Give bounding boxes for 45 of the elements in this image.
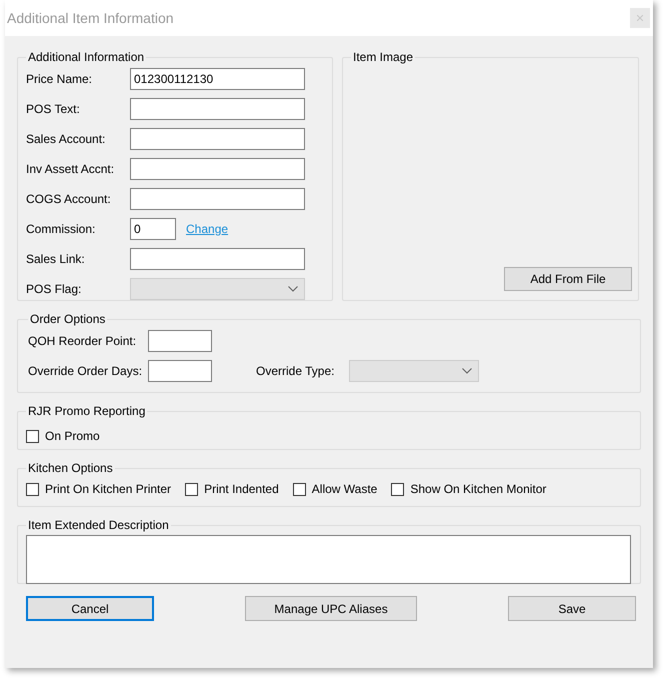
text-field[interactable] [130,128,305,150]
text-field[interactable] [148,330,212,352]
checkbox[interactable] [292,482,306,496]
field-label: Override Type: [256,363,336,380]
group-title: Additional Information [27,49,146,66]
group-title: RJR Promo Reporting [27,403,146,420]
field-label: POS Text: [26,101,81,118]
checkbox[interactable] [391,482,404,496]
checkbox[interactable] [26,430,39,442]
text-field[interactable] [130,248,305,270]
text-field[interactable]: 012300112130 [130,68,305,90]
group-title: Order Options [29,311,106,328]
field-label: Sales Account: [26,131,106,148]
text-field[interactable] [130,158,305,180]
field-label: POS Flag: [26,281,82,298]
checkbox-label: Allow Waste [312,481,378,498]
field-label: Price Name: [26,71,94,88]
field-label: Override Order Days: [28,363,144,380]
checkbox-label: Show On Kitchen Monitor [410,481,546,498]
checkbox[interactable] [26,482,39,496]
description-field[interactable] [26,535,631,584]
group-title: Kitchen Options [27,460,114,477]
dialog-button[interactable]: Cancel [26,596,154,621]
field-label: Commission: [26,221,96,238]
group-title: Item Image [352,49,414,66]
chevron-down-icon [288,286,298,292]
window-title: Additional Item Information [7,8,174,28]
chevron-down-icon [462,368,472,374]
checkbox-label: Print On Kitchen Printer [45,481,172,498]
checkbox-label: On Promo [45,428,100,445]
group-title: Item Extended Description [27,517,170,534]
field-label: QOH Reorder Point: [28,333,138,350]
text-field[interactable] [130,188,305,210]
add-from-file-button[interactable]: Add From File [504,267,632,291]
field-label: COGS Account: [26,191,112,208]
text-field[interactable]: 0 [130,218,176,240]
field-label: Inv Assett Accnt: [26,161,116,178]
field-label: Sales Link: [26,251,86,268]
text-field[interactable] [148,360,212,382]
dialog-button[interactable]: Save [508,596,636,621]
checkbox-label: Print Indented [204,481,279,498]
checkbox[interactable] [185,482,198,496]
dialog-button[interactable]: Manage UPC Aliases [245,596,417,621]
text-field[interactable] [130,98,305,120]
close-icon [637,15,643,21]
